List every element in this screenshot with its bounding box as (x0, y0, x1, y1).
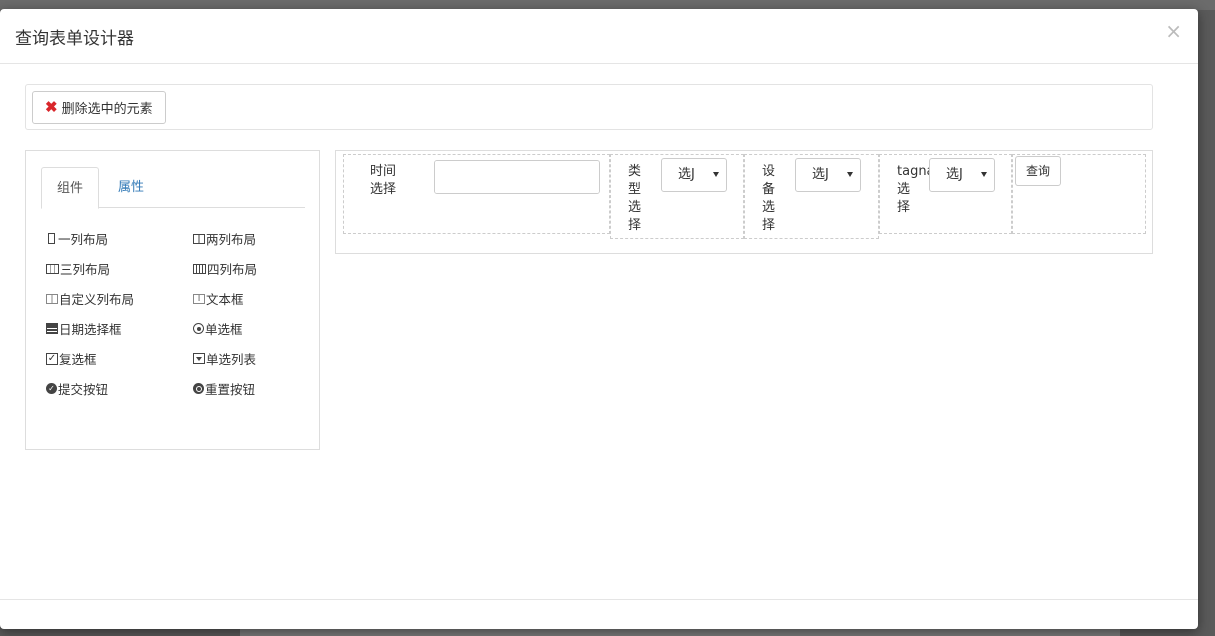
component-label: 复选框 (59, 352, 97, 367)
four-column-icon (193, 263, 206, 274)
query-button[interactable]: 查询 (1015, 156, 1062, 186)
checkbox-icon: ✓ (46, 352, 58, 365)
component-label: 日期选择框 (59, 322, 122, 337)
time-select-label: 时间 选择 (370, 164, 397, 197)
modal-footer (0, 599, 1198, 629)
component-panel: 组件 属性 一列布局 两列布局 三列布局 四列布局 自定义列布局 I 文本框 日… (25, 150, 320, 450)
cell-device[interactable]: 设 备 选 择 选J (744, 154, 879, 239)
delete-selected-label: 删除选中的元素 (61, 101, 153, 116)
custom-column-icon (46, 293, 58, 304)
component-label: 文本框 (206, 292, 244, 307)
tab-properties[interactable]: 属性 (103, 167, 159, 209)
select-icon (193, 353, 205, 364)
modal-header: 查询表单设计器 × (0, 9, 1198, 64)
one-column-icon (48, 233, 55, 244)
modal-title: 查询表单设计器 (15, 29, 134, 49)
component-label: 一列布局 (58, 232, 109, 247)
component-label: 重置按钮 (205, 382, 256, 397)
component-reset-button[interactable]: 重置按钮 (193, 379, 255, 398)
type-select[interactable]: 选J (661, 158, 727, 192)
component-label: 自定义列布局 (59, 292, 135, 307)
component-date-picker[interactable]: 日期选择框 (46, 319, 122, 338)
component-textbox[interactable]: I 文本框 (193, 289, 244, 308)
chevron-down-icon (713, 172, 719, 177)
device-select-label: 设 备 选 择 (762, 164, 776, 233)
toolbar: ✖ 删除选中的元素 (25, 84, 1153, 130)
cell-type[interactable]: 类 型 选 择 选J (610, 154, 744, 239)
device-select-value: 选J (812, 167, 829, 182)
form-designer-modal: 查询表单设计器 × ✖ 删除选中的元素 组件 属性 一列布局 两列布局 三列布局… (0, 9, 1198, 629)
component-four-column[interactable]: 四列布局 (193, 259, 257, 278)
date-picker[interactable] (434, 160, 600, 194)
page-backdrop-bottom (240, 628, 1120, 636)
component-radio[interactable]: 单选框 (193, 319, 243, 338)
form-canvas: 时间 选择 类 型 选 择 选J 设 备 选 择 选J tagna 选 择 选J… (335, 150, 1153, 254)
component-label: 提交按钮 (58, 382, 109, 397)
component-label: 两列布局 (206, 232, 257, 247)
tagname-select-value: 选J (946, 167, 963, 182)
device-select[interactable]: 选J (795, 158, 861, 192)
type-select-label: 类 型 选 择 (628, 164, 642, 233)
component-submit-button[interactable]: ✓ 提交按钮 (46, 379, 108, 398)
tab-components[interactable]: 组件 (41, 167, 100, 209)
chevron-down-icon (847, 172, 853, 177)
component-label: 三列布局 (60, 262, 111, 277)
calendar-icon (46, 323, 58, 334)
three-column-icon (46, 263, 59, 274)
two-column-icon (193, 233, 205, 244)
cell-time[interactable]: 时间 选择 (343, 154, 610, 234)
component-three-column[interactable]: 三列布局 (46, 259, 110, 278)
component-label: 四列布局 (207, 262, 258, 277)
component-label: 单选列表 (206, 352, 257, 367)
component-custom-column[interactable]: 自定义列布局 (46, 289, 134, 308)
component-select-list[interactable]: 单选列表 (193, 349, 256, 368)
component-checkbox[interactable]: ✓ 复选框 (46, 349, 97, 368)
submit-icon: ✓ (46, 383, 57, 394)
date-input[interactable] (435, 161, 599, 193)
cell-tagname[interactable]: tagna 选 择 选J (879, 154, 1012, 234)
type-select-value: 选J (678, 167, 695, 182)
delete-selected-button[interactable]: ✖ 删除选中的元素 (32, 91, 166, 124)
panel-tabs: 组件 属性 (41, 167, 305, 209)
x-icon: ✖ (45, 99, 58, 116)
close-icon[interactable]: × (1165, 21, 1182, 41)
radio-icon (193, 323, 204, 334)
reset-icon (193, 383, 204, 394)
component-two-column[interactable]: 两列布局 (193, 229, 256, 248)
textbox-icon: I (193, 293, 205, 304)
tagname-select[interactable]: 选J (929, 158, 995, 192)
component-one-column[interactable]: 一列布局 (46, 229, 108, 248)
chevron-down-icon (981, 172, 987, 177)
component-label: 单选框 (205, 322, 243, 337)
